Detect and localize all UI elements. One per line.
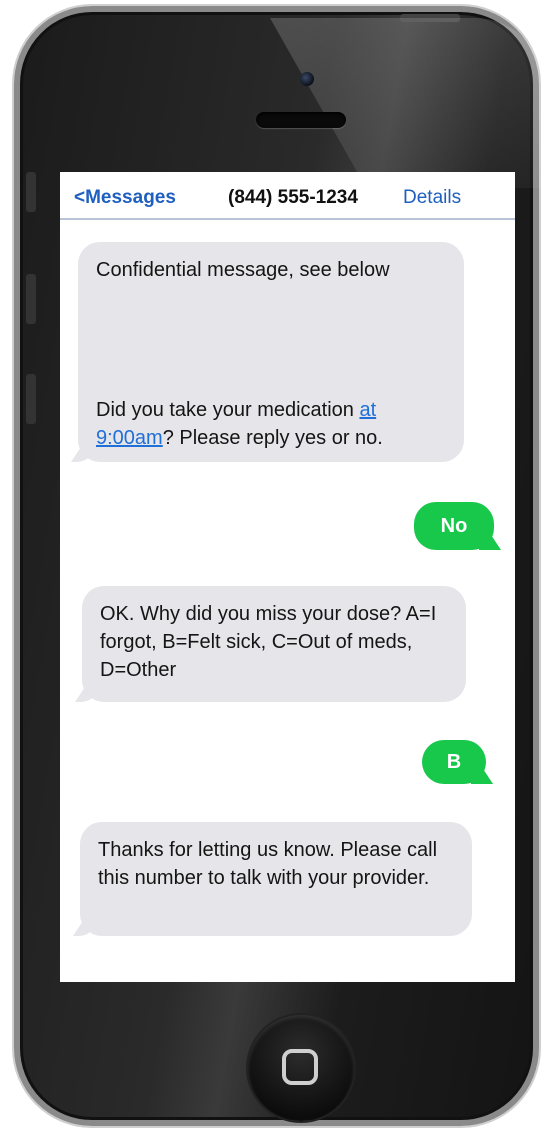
canvas: <Messages (844) 555-1234 Details Confide… [0,0,553,1134]
incoming-message-bubble[interactable]: Confidential message, see below Did you … [78,242,464,462]
home-button[interactable] [248,1015,354,1121]
speaker-icon [256,112,346,128]
contact-title: (844) 555-1234 [228,187,358,208]
mute-switch[interactable] [26,172,36,212]
incoming-message-bubble[interactable]: Thanks for letting us know. Please call … [80,822,472,936]
message-text-segment: Did you take your medication [96,399,360,421]
incoming-message-bubble[interactable]: OK. Why did you miss your dose? A=I forg… [82,586,466,702]
message-text: B [446,751,462,773]
outgoing-message-bubble[interactable]: B [422,740,486,784]
camera-icon [300,72,314,86]
message-text: Confidential message, see below [96,259,390,281]
screen-glare [270,18,545,188]
message-text: No [440,515,468,537]
message-text: OK. Why did you miss your dose? A=I forg… [100,603,437,681]
nav-bar: <Messages (844) 555-1234 Details [60,172,515,220]
message-text: Thanks for letting us know. Please call … [98,839,438,889]
message-text-segment: ? Please reply yes or no. [162,427,383,449]
outgoing-message-bubble[interactable]: No [414,502,494,550]
details-button[interactable]: Details [403,187,461,209]
volume-down-button[interactable] [26,374,36,424]
messages-screen: <Messages (844) 555-1234 Details Confide… [60,172,515,982]
volume-up-button[interactable] [26,274,36,324]
home-square-icon [282,1049,318,1085]
power-button[interactable] [400,14,460,22]
back-to-messages-button[interactable]: <Messages [74,187,176,209]
message-text: Did you take your medication at 9:00am? … [96,396,456,452]
